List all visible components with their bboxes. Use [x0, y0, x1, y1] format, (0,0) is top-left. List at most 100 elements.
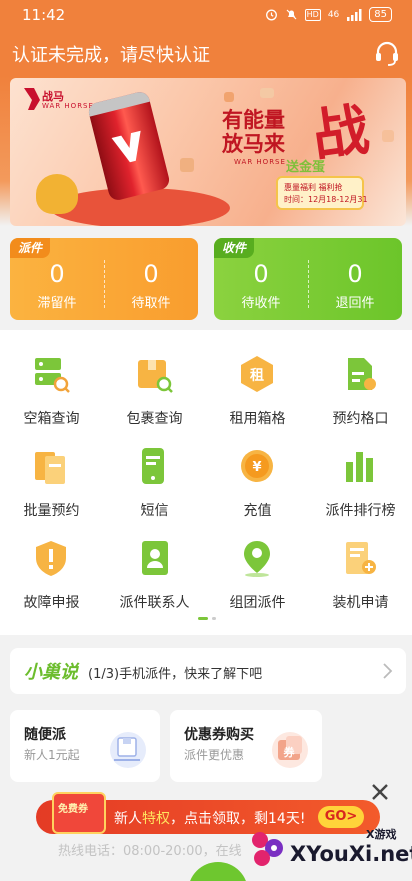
close-icon[interactable]: [370, 782, 390, 802]
grid-item-contacts[interactable]: 派件联系人: [103, 528, 206, 620]
grid-label: 装机申请: [332, 595, 389, 611]
decor-block: [260, 88, 274, 98]
slogan-brand-en: WAR HORSE: [234, 158, 286, 166]
watermark-zh: X游戏: [366, 828, 397, 841]
grid-item-install-apply[interactable]: 装机申请: [309, 528, 412, 620]
contacts-book-icon: [142, 541, 168, 575]
hotline-text: 热线电话：08:00-20:00，在线: [58, 844, 242, 859]
notice-bar[interactable]: 小巢说 (1/3)手机派件，快来了解下吧: [10, 648, 406, 694]
promo-card-casual-dispatch[interactable]: 随便派 新人1元起: [10, 710, 160, 782]
empty-box-search-icon: [35, 358, 70, 393]
ranking-bars-icon: [346, 452, 373, 482]
coin-recharge-icon: ¥: [241, 450, 273, 482]
mute-icon: [286, 9, 297, 20]
stat-value: 0: [347, 260, 363, 288]
receive-tag: 收件: [214, 238, 255, 258]
can-logo-icon: [111, 130, 141, 163]
rent-icon-text: 租: [250, 367, 264, 384]
battery-level: 85: [369, 7, 392, 22]
banner-slogan: 有能量 放马来: [222, 108, 285, 156]
notice-brand: 小巢说: [24, 662, 78, 683]
app-header: 认证未完成，请尽快认证: [0, 30, 412, 76]
stat-label: 待收件: [241, 296, 281, 311]
stat-value: 0: [143, 260, 159, 288]
stat-value: 0: [253, 260, 269, 288]
group-location-icon: [244, 541, 270, 577]
hd-badge: HD: [304, 8, 321, 21]
promo-title: 优惠券购买: [184, 727, 254, 743]
gold-bag: [36, 174, 78, 214]
page-dot: [212, 617, 216, 620]
slogan-line2: 放马来: [222, 132, 285, 156]
grid-item-batch-reserve[interactable]: 批量预约: [0, 436, 103, 528]
verify-prompt[interactable]: 认证未完成，请尽快认证: [12, 41, 210, 67]
package-search-icon: [138, 360, 173, 393]
fault-shield-icon: [36, 541, 66, 576]
decor-block: [224, 92, 234, 102]
decor-block: [382, 130, 394, 142]
grid-label: 空箱查询: [23, 411, 80, 427]
coin-icon-text: ¥: [252, 460, 261, 475]
batch-reserve-icon: [35, 452, 65, 484]
grid-label: 派件联系人: [119, 595, 190, 611]
stat-label: 滞留件: [37, 296, 77, 311]
status-icons: HD 46 85: [265, 7, 392, 22]
grid-label: 批量预约: [23, 503, 80, 519]
bottom-action-button[interactable]: [188, 862, 248, 881]
grid-item-package-search[interactable]: 包裹查询: [103, 344, 206, 436]
ad-text-highlight: 特权: [142, 811, 170, 827]
grid-label: 预约格口: [332, 411, 389, 427]
cart-box-icon: [110, 732, 146, 768]
badge-title: 送金蛋: [286, 160, 326, 175]
dispatch-card: 派件 0 滞留件 0 待取件: [10, 238, 198, 320]
install-apply-icon: [346, 542, 376, 574]
rent-hexagon-icon: 租: [241, 356, 273, 392]
decor-block: [180, 158, 194, 172]
stat-label: 退回件: [335, 296, 375, 311]
promo-card-coupon[interactable]: 优惠券购买 派件更优惠 券: [170, 710, 322, 782]
gift-label: 免费券: [58, 804, 88, 815]
promo-title: 随便派: [24, 727, 66, 743]
page-indicator: [198, 617, 216, 620]
promo-subtitle: 派件更优惠: [184, 748, 245, 762]
grid-item-ranking[interactable]: 派件排行榜: [309, 436, 412, 528]
grid-label: 租用箱格: [229, 411, 286, 427]
signal-icon: [347, 8, 362, 21]
badge-line1: 惠量福利 福利抢: [284, 183, 343, 192]
dispatch-tag: 派件: [10, 238, 51, 258]
grid-item-rent-box[interactable]: 租 租用箱格: [206, 344, 309, 436]
promo-subtitle: 新人1元起: [24, 748, 80, 762]
reserve-slot-icon: [348, 358, 376, 390]
grid-item-recharge[interactable]: ¥ 充值: [206, 436, 309, 528]
coupon-icon: 券: [272, 732, 308, 768]
grid-item-group-dispatch[interactable]: 组团派件: [206, 528, 309, 620]
grid-label: 充值: [243, 503, 272, 519]
notice-text: (1/3)手机派件，快来了解下吧: [88, 667, 263, 682]
grid-label: 包裹查询: [126, 411, 183, 427]
badge-line2: 时间：12月18-12月31: [284, 195, 368, 204]
status-bar: 11:42 HD 46 85: [0, 0, 412, 30]
grid-label: 故障申报: [23, 595, 80, 611]
watermark-site: XYouXi.net: [290, 842, 412, 866]
watermark: X游戏 XYouXi.net: [248, 818, 412, 881]
status-time: 11:42: [22, 6, 66, 24]
page-dot-active: [198, 617, 208, 620]
grid-item-sms[interactable]: 短信: [103, 436, 206, 528]
grid-item-empty-box-search[interactable]: 空箱查询: [0, 344, 103, 436]
grid-label: 组团派件: [229, 595, 286, 611]
grid-label: 派件排行榜: [325, 503, 396, 519]
coupon-icon-text: 券: [283, 745, 296, 759]
stat-label: 待取件: [131, 296, 171, 311]
stat-value: 0: [49, 260, 65, 288]
receive-card: 收件 0 待收件 0 退回件: [214, 238, 402, 320]
promo-banner[interactable]: 战马 WAR HORSE 有能量 放马来 战 WAR HORSE 送金蛋 惠量福…: [10, 78, 406, 226]
headset-icon[interactable]: [372, 38, 402, 68]
alarm-icon: [265, 9, 277, 21]
grid-item-fault-report[interactable]: 故障申报: [0, 528, 103, 620]
sms-icon: [142, 448, 164, 484]
grid-item-reserve-slot[interactable]: 预约格口: [309, 344, 412, 436]
slogan-line1: 有能量: [222, 108, 285, 132]
function-grid: 空箱查询 包裹查询 租 租用箱格 预约格口 批量预约 短信 ¥ 充值 派件排行榜…: [0, 330, 412, 635]
grid-label: 短信: [140, 503, 169, 519]
banner-brand-en: WAR HORSE: [42, 102, 94, 110]
